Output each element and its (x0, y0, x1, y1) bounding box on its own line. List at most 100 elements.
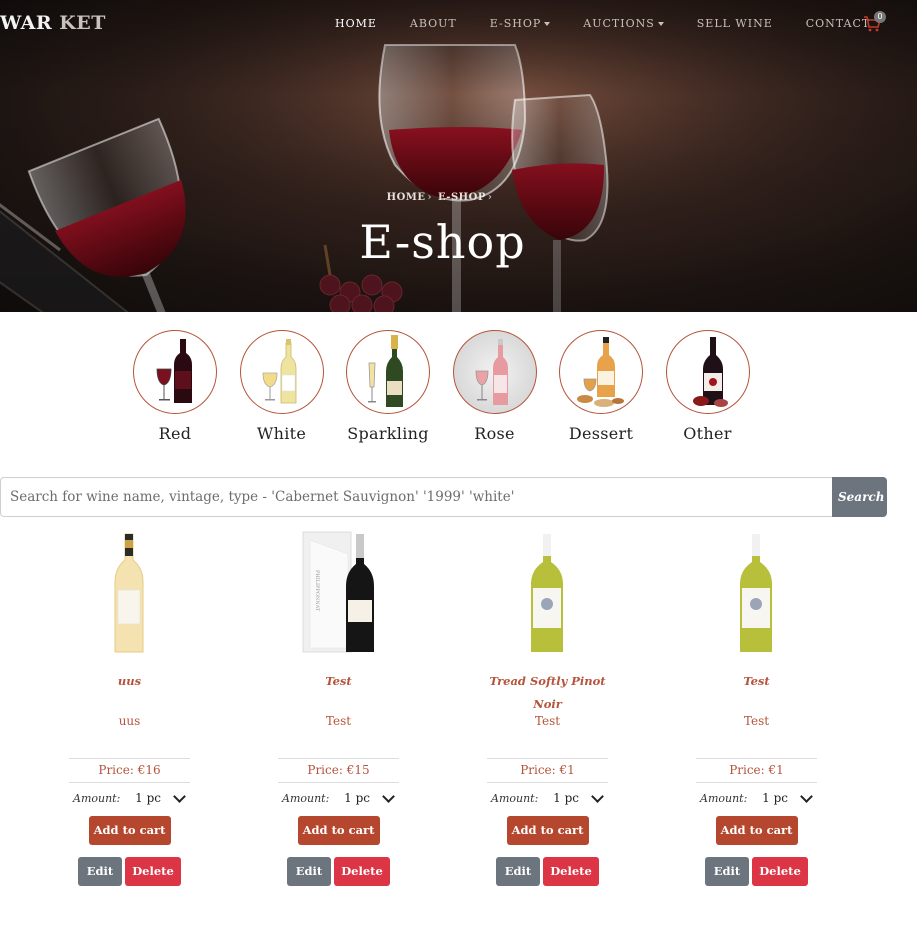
category-white[interactable]: White (239, 330, 324, 443)
category-dessert[interactable]: Dessert (559, 330, 643, 443)
product-name[interactable]: Tread Softly Pinot Noir (487, 670, 608, 714)
category-dessert-image (559, 330, 643, 414)
product-amount-row: Amount: 1 pc (487, 783, 608, 813)
product-amount-row: Amount: 1 pc (69, 783, 190, 813)
nav-auctions-label: AUCTIONS (583, 17, 655, 30)
product-image[interactable] (69, 530, 190, 656)
nav-eshop-label: E-SHOP (489, 17, 542, 30)
product-description: uus (118, 714, 141, 728)
amount-label: Amount: (282, 791, 330, 805)
add-to-cart-button[interactable]: Add to cart (88, 816, 171, 845)
nav-contact[interactable]: CONTACT (806, 17, 871, 30)
product-name[interactable]: Test (278, 670, 399, 714)
add-to-cart-button[interactable]: Add to cart (297, 816, 380, 845)
edit-button[interactable]: Edit (287, 857, 331, 886)
product-admin-actions: Edit Delete (278, 857, 399, 886)
delete-button[interactable]: Delete (752, 857, 808, 886)
cart-count-badge: 0 (874, 11, 886, 23)
product-price: Price: €15 (278, 758, 399, 783)
nav-eshop[interactable]: E-SHOP (490, 17, 551, 30)
nav-home[interactable]: HOME (335, 17, 377, 30)
nav-sell-wine[interactable]: SELL WINE (697, 17, 773, 30)
white-wine-bottle-icon (531, 534, 563, 652)
delete-button[interactable]: Delete (543, 857, 599, 886)
edit-button[interactable]: Edit (78, 857, 122, 886)
product-price: Price: €1 (696, 758, 817, 783)
edit-button[interactable]: Edit (496, 857, 540, 886)
caret-down-icon (657, 22, 664, 26)
white-wine-bottle-icon (114, 533, 144, 653)
amount-label: Amount: (73, 791, 121, 805)
product-amount-row: Amount: 1 pc (278, 783, 399, 813)
delete-button[interactable]: Delete (125, 857, 181, 886)
category-other[interactable]: Other (665, 330, 750, 443)
add-to-cart-button[interactable]: Add to cart (715, 816, 798, 845)
breadcrumb-home[interactable]: HOME (387, 192, 426, 203)
product-name[interactable]: uus (69, 670, 190, 714)
delete-button[interactable]: Delete (334, 857, 390, 886)
chevron-right-icon: › (427, 192, 432, 203)
category-sparkling-image (346, 330, 430, 414)
white-wine-bottle-icon (262, 339, 296, 404)
chevron-down-icon (382, 789, 395, 803)
brand-logo[interactable]: WAR KET (0, 12, 106, 34)
brand-logo-part2: KET (59, 12, 106, 34)
other-wine-bottle-icon (692, 337, 728, 407)
amount-select[interactable]: 1 pc (135, 789, 186, 805)
category-rose[interactable]: Rose (452, 330, 537, 443)
search-button[interactable]: Search (832, 477, 887, 517)
product-price: Price: €16 (69, 758, 190, 783)
chevron-down-icon (591, 789, 604, 803)
red-wine-bottle-icon (156, 339, 192, 403)
category-rose-label: Rose (474, 424, 515, 443)
amount-select[interactable]: 1 pc (344, 789, 395, 805)
product-image[interactable] (696, 530, 817, 656)
category-other-label: Other (683, 424, 732, 443)
product-image[interactable] (487, 530, 608, 656)
product-description: Test (325, 714, 352, 728)
category-sparkling[interactable]: Sparkling (346, 330, 430, 443)
edit-button[interactable]: Edit (705, 857, 749, 886)
sparkling-wine-bottle-icon: PHILIPPONNAT (302, 531, 374, 653)
product-admin-actions: Edit Delete (69, 857, 190, 886)
chevron-down-icon (173, 789, 186, 803)
category-red-image (133, 330, 217, 414)
category-red-label: Red (158, 424, 192, 443)
nav-auctions[interactable]: AUCTIONS (583, 17, 664, 30)
category-dessert-label: Dessert (568, 424, 634, 443)
svg-text:PHILIPPONNAT: PHILIPPONNAT (314, 570, 320, 612)
amount-select[interactable]: 1 pc (553, 789, 604, 805)
product-description: Test (534, 714, 561, 728)
product-admin-actions: Edit Delete (696, 857, 817, 886)
product-description: Test (743, 714, 770, 728)
amount-value: 1 pc (762, 791, 788, 805)
page-title: E-shop (359, 215, 526, 269)
amount-value: 1 pc (135, 791, 161, 805)
caret-down-icon (544, 22, 551, 26)
category-other-image (665, 330, 750, 414)
amount-select[interactable]: 1 pc (762, 789, 813, 805)
amount-value: 1 pc (344, 791, 370, 805)
add-to-cart-button[interactable]: Add to cart (506, 816, 589, 845)
category-sparkling-label: Sparkling (347, 424, 429, 443)
sparkling-wine-bottle-icon (368, 335, 403, 407)
white-wine-bottle-icon (740, 534, 772, 652)
product-card: uus uus Price: €16 Amount: 1 pc Add to c… (69, 530, 190, 886)
chevron-down-icon (800, 789, 813, 803)
nav-about[interactable]: ABOUT (410, 17, 457, 30)
product-card: Test Test Price: €1 Amount: 1 pc Add to … (696, 530, 817, 886)
category-list: Red White Sparkling Rose Dessert Other (133, 330, 772, 443)
product-admin-actions: Edit Delete (487, 857, 608, 886)
category-red[interactable]: Red (133, 330, 217, 443)
category-white-label: White (256, 424, 307, 443)
product-image[interactable]: PHILIPPONNAT (278, 530, 399, 656)
product-card: PHILIPPONNAT Test Test Price: €15 Amount… (278, 530, 399, 886)
product-price: Price: €1 (487, 758, 608, 783)
brand-logo-part1: WAR (0, 12, 53, 34)
product-card: Tread Softly Pinot Noir Test Price: €1 A… (487, 530, 608, 886)
breadcrumb-eshop[interactable]: E-SHOP (438, 192, 486, 203)
search-input[interactable] (0, 477, 832, 517)
breadcrumb: HOME › E-SHOP › (0, 192, 885, 203)
product-name[interactable]: Test (696, 670, 817, 714)
dessert-wine-bottle-icon (577, 337, 624, 407)
